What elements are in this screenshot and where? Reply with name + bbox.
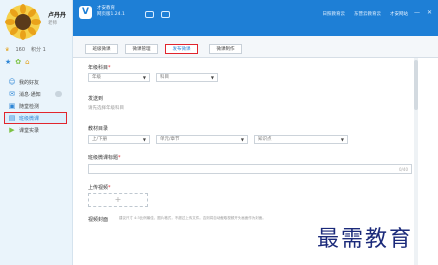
window-controls: — ✕ bbox=[414, 9, 432, 16]
avatar[interactable] bbox=[5, 4, 41, 40]
quick-icons: ★ ✿ ⌂ bbox=[5, 58, 30, 66]
points-label: 积分 1 bbox=[31, 47, 46, 53]
subject-label: 年级科目* bbox=[88, 65, 111, 71]
textbook-label: 教材目录 bbox=[88, 126, 109, 132]
knowledge-select[interactable]: 知识点 ▼ bbox=[254, 135, 348, 144]
title-counter: 0/40 bbox=[399, 167, 408, 172]
home-icon[interactable] bbox=[145, 11, 154, 18]
sidebar-item-class-record[interactable]: ▶ 课堂实录 bbox=[0, 124, 73, 136]
tab-microcourse-manage[interactable]: 微课管理 bbox=[125, 44, 158, 54]
cover-label: 视频封面 bbox=[88, 217, 109, 223]
tab-publish-microcourse[interactable]: 发布微课 bbox=[165, 44, 198, 54]
left-sidebar: 卢丹丹 老师 ♛ 160 积分 1 ★ ✿ ⌂ ☺ 我的好友 ✉ 消息·通知 ▣… bbox=[0, 0, 73, 265]
tab-bar: 班级微课 微课管理 发布微课 微课制作 bbox=[73, 36, 438, 58]
upload-video-button[interactable]: + bbox=[88, 193, 148, 207]
sidebar-item-label: 课堂实录 bbox=[19, 127, 40, 134]
leaf-icon[interactable]: ✿ bbox=[15, 58, 21, 66]
star-icon[interactable]: ★ bbox=[5, 58, 11, 66]
profile-panel: 卢丹丹 老师 bbox=[0, 0, 73, 44]
watermark-text: 最需教育 bbox=[317, 227, 414, 252]
sidebar-menu: ☺ 我的好友 ✉ 消息·通知 ▣ 随堂检测 ▤ 班级微课 ▶ 课堂实录 bbox=[0, 76, 73, 136]
sidebar-item-label: 班级微课 bbox=[19, 115, 40, 122]
scrollbar[interactable] bbox=[414, 58, 418, 265]
subject-select[interactable]: 科目 ▼ bbox=[156, 73, 218, 82]
close-icon[interactable]: ✕ bbox=[427, 9, 432, 16]
video-icon: ▤ bbox=[8, 114, 16, 122]
sidebar-item-messages[interactable]: ✉ 消息·通知 bbox=[0, 88, 73, 100]
app-logo-icon: V bbox=[79, 6, 92, 19]
upload-label-text: 上传视频 bbox=[88, 185, 109, 191]
top-link[interactable]: 才安网站 bbox=[390, 11, 408, 17]
folder-icon[interactable] bbox=[161, 11, 170, 18]
scrollbar-thumb[interactable] bbox=[414, 60, 418, 110]
friends-icon: ☺ bbox=[8, 78, 16, 86]
sidebar-item-class-microcourse[interactable]: ▤ 班级微课 bbox=[4, 112, 67, 124]
sidebar-item-label: 我的好友 bbox=[19, 79, 40, 86]
unit-select[interactable]: 单元/章节 ▼ bbox=[156, 135, 248, 144]
user-role: 老师 bbox=[48, 21, 57, 26]
sidebar-item-label: 消息·通知 bbox=[19, 91, 41, 98]
grade-select[interactable]: 年级 ▼ bbox=[88, 73, 150, 82]
toggle-switch[interactable] bbox=[55, 91, 62, 97]
coin-icon: ♛ bbox=[5, 46, 10, 53]
knowledge-select-value: 知识点 bbox=[258, 137, 272, 142]
send-to-hint: 请先选择年级科目 bbox=[88, 106, 124, 111]
sidebar-item-friends[interactable]: ☺ 我的好友 bbox=[0, 76, 73, 88]
quiz-icon: ▣ bbox=[8, 102, 16, 110]
user-stats: ♛ 160 积分 1 bbox=[5, 46, 46, 54]
sidebar-item-label: 随堂检测 bbox=[19, 103, 40, 110]
sidebar-item-quiz[interactable]: ▣ 随堂检测 bbox=[0, 100, 73, 112]
record-icon: ▶ bbox=[9, 126, 15, 134]
tab-microcourse-make[interactable]: 微课制作 bbox=[209, 44, 242, 54]
user-name: 卢丹丹 bbox=[48, 12, 67, 19]
cover-hint: 建议尺寸 4:3比例最佳，图片格式，不超过上传文件。否则将自动截取视频开头画面作… bbox=[119, 216, 266, 220]
title-label-text: 班级微课标题 bbox=[88, 155, 119, 161]
volume-select[interactable]: 上/下册 ▼ bbox=[88, 135, 150, 144]
mail-icon: ✉ bbox=[9, 90, 15, 98]
top-bar: V 才安教育 网页版1.24.1 日照教育云 东营云教育云 才安网站 — ✕ bbox=[73, 0, 438, 36]
title-input[interactable]: 0/40 bbox=[88, 164, 412, 174]
subject-label-text: 年级科目 bbox=[88, 65, 109, 71]
send-to-label: 发送到 bbox=[88, 96, 104, 102]
grade-select-value: 年级 bbox=[92, 75, 101, 80]
app-version: 网页版1.24.1 bbox=[97, 12, 125, 17]
house-icon[interactable]: ⌂ bbox=[25, 58, 29, 66]
top-links: 日照教育云 东营云教育云 才安网站 bbox=[323, 11, 409, 17]
subject-select-value: 科目 bbox=[160, 75, 169, 80]
volume-select-value: 上/下册 bbox=[92, 137, 108, 142]
top-link[interactable]: 东营云教育云 bbox=[354, 11, 381, 17]
upload-label: 上传视频* bbox=[88, 185, 111, 191]
app-name: 才安教育 网页版1.24.1 bbox=[97, 6, 125, 18]
unit-select-value: 单元/章节 bbox=[160, 137, 180, 142]
top-link[interactable]: 日照教育云 bbox=[323, 11, 346, 17]
coin-count: 160 bbox=[15, 46, 26, 53]
tab-class-microcourse[interactable]: 班级微课 bbox=[85, 44, 118, 54]
minimize-icon[interactable]: — bbox=[414, 9, 420, 16]
title-label: 班级微课标题* bbox=[88, 155, 121, 161]
